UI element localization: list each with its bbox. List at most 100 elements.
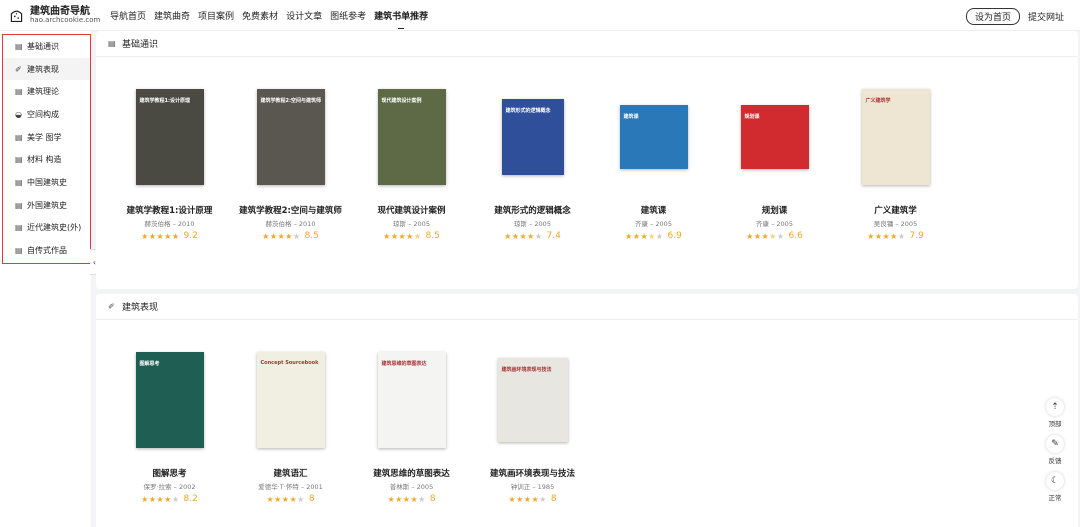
book-list: 图解思考 图解思考 保罗·拉索 – 2002 ★★★★★ 8.2 Concept Sour… — [96, 320, 1078, 504]
book-title[interactable]: 建筑画环境表现与技法 — [490, 467, 575, 479]
book-rating: ★★★★★ 6.6 — [746, 231, 803, 241]
star-icon: ★ — [266, 494, 275, 504]
star-icon: ★ — [148, 494, 157, 504]
nav-articles[interactable]: 设计文章 — [286, 9, 322, 22]
tool-pencil[interactable]: ✎ 反馈 — [1046, 435, 1064, 465]
book-title[interactable]: 建筑课 — [641, 204, 667, 216]
sidebar-item-label: 建筑表现 — [27, 64, 59, 74]
cover-title: 建筑思维的草图表达 — [381, 361, 427, 367]
book-cover[interactable]: 建筑学教程2:空间与建筑师 — [256, 89, 325, 185]
book-card[interactable]: 建筑思维的草图表达 建筑思维的草图表达 普林斯 – 2005 ★★★★★ 8 — [351, 320, 472, 504]
site-logo[interactable]: 建筑曲奇导航 hao.archcookie.com — [8, 6, 106, 25]
book-rating: ★★★★★ 7.9 — [867, 231, 924, 241]
book-icon: ▤ — [15, 132, 23, 142]
star-icon: ★ — [297, 494, 305, 504]
star-icon: ★ — [508, 494, 517, 504]
book-author-year: 齐康 – 2005 — [756, 220, 793, 228]
sidebar-item-7[interactable]: ▤ 外国建筑史 — [3, 194, 90, 217]
book-card[interactable]: 建筑学教程2:空间与建筑师 建筑学教程2:空间与建筑师 赫茨伯格 – 2010 ★★★… — [230, 57, 351, 241]
book-cover[interactable]: 图解思考 — [135, 352, 204, 448]
book-title[interactable]: 建筑学教程2:空间与建筑师 — [239, 204, 342, 216]
nav-archcookie[interactable]: 建筑曲奇 — [154, 9, 190, 22]
book-card[interactable]: Concept Sourcebook 建筑语汇 爱德华·T·怀特 – 2001 ★★★… — [230, 320, 351, 504]
book-title[interactable]: 现代建筑设计案例 — [377, 204, 445, 216]
star-icon: ★ — [776, 231, 785, 241]
book-icon: ▤ — [15, 200, 23, 210]
sidebar-item-label: 中国建筑史 — [27, 177, 67, 187]
rating-score: 8 — [308, 494, 315, 504]
book-cover[interactable]: 广义建筑学 — [861, 89, 930, 185]
tool-rocket[interactable]: ⇡ 顶部 — [1046, 398, 1064, 428]
book-title[interactable]: 规划课 — [762, 204, 788, 216]
sidebar-item-8[interactable]: ▤ 近代建筑史(外) — [3, 217, 90, 240]
set-homepage-button[interactable]: 设为首页 — [965, 8, 1020, 25]
nav-free-assets[interactable]: 免费素材 — [242, 9, 278, 22]
main-nav: 导航首页 建筑曲奇 项目案例 免费素材 设计文章 图纸参考 建筑书单推荐 — [110, 9, 436, 29]
sidebar-item-3[interactable]: ◒ 空间构成 — [3, 103, 90, 126]
book-card[interactable]: 建筑学教程1:设计原理 建筑学教程1:设计原理 赫茨伯格 – 2010 ★★★★★ 9.… — [109, 57, 230, 241]
tool-label: 正常 — [1048, 494, 1062, 502]
book-cover[interactable]: 建筑学教程1:设计原理 — [135, 89, 204, 185]
pencil-icon[interactable]: ✎ — [1046, 435, 1064, 453]
star-icon: ★ — [527, 231, 535, 241]
book-title[interactable]: 建筑思维的草图表达 — [373, 467, 450, 479]
rating-score: 8.2 — [183, 494, 198, 504]
book-card[interactable]: 图解思考 图解思考 保罗·拉索 – 2002 ★★★★★ 8.2 — [109, 320, 230, 504]
star-icon: ★ — [285, 231, 293, 241]
logo-subtitle: hao.archcookie.com — [30, 15, 101, 24]
book-rating: ★★★★★ 8.5 — [262, 231, 319, 241]
sidebar-item-4[interactable]: ▤ 美学 图学 — [3, 126, 90, 149]
star-icon: ★ — [171, 494, 180, 504]
rating-score: 6.6 — [788, 231, 803, 241]
sidebar-item-5[interactable]: ▤ 材料 构造 — [3, 148, 90, 171]
star-icon: ★ — [897, 231, 906, 241]
book-cover[interactable]: 建筑形式的逻辑概念 — [501, 99, 564, 175]
book-icon: ▤ — [15, 155, 23, 165]
section-title: 基础通识 — [122, 40, 159, 50]
cover-title: 图解思考 — [139, 361, 160, 367]
star-icon: ★ — [867, 231, 875, 241]
rating-stars: ★★★★★ — [266, 495, 304, 504]
book-card[interactable]: 广义建筑学 广义建筑学 吴良镛 – 2005 ★★★★★ 7.9 — [835, 57, 956, 241]
sidebar-item-label: 自传式作品 — [27, 246, 67, 256]
sidebar-item-0[interactable]: ▤ 基础通识 — [3, 35, 90, 58]
book-title[interactable]: 广义建筑学 — [874, 204, 917, 216]
sidebar: ▤ 基础通识 ✐ 建筑表现 ▤ 建筑理论 ◒ 空间构成 ▤ 美学 图学 ▤ 材料 构造 ▤ 中国建筑史 ▤ 外… — [0, 31, 91, 527]
book-card[interactable]: 现代建筑设计案例 现代建筑设计案例 琼斯 – 2005 ★★★★★ 8.5 — [351, 57, 472, 241]
book-card[interactable]: 建筑画环境表现与技法 建筑画环境表现与技法 钟训正 – 1985 ★★★★★ 8 — [472, 320, 593, 504]
sidebar-item-1[interactable]: ✐ 建筑表现 — [3, 57, 90, 81]
book-icon: ▤ — [15, 41, 23, 51]
book-cover[interactable]: 规划课 — [740, 105, 809, 169]
book-title[interactable]: 建筑语汇 — [273, 467, 307, 479]
book-cover[interactable]: 建筑思维的草图表达 — [377, 352, 446, 448]
nav-booklist[interactable]: 建筑书单推荐 — [374, 9, 428, 29]
rating-stars: ★★★★★ — [867, 232, 905, 241]
book-card[interactable]: 建筑形式的逻辑概念 建筑形式的逻辑概念 琼斯 – 2005 ★★★★★ 7.4 — [472, 57, 593, 241]
book-author-year: 普林斯 – 2005 — [389, 483, 434, 491]
moon-icon[interactable]: ☾ — [1046, 472, 1064, 490]
book-title[interactable]: 建筑学教程1:设计原理 — [127, 204, 213, 216]
book-cover[interactable]: 建筑课 — [619, 105, 688, 169]
cover-title: 现代建筑设计案例 — [381, 98, 422, 104]
book-cover[interactable]: 现代建筑设计案例 — [377, 89, 446, 185]
book-cover[interactable]: Concept Sourcebook — [256, 352, 325, 448]
book-rating: ★★★★★ 9.2 — [141, 231, 198, 241]
submit-site-link[interactable]: 提交网址 — [1028, 10, 1064, 23]
nav-home[interactable]: 导航首页 — [110, 9, 146, 22]
nav-projects[interactable]: 项目案例 — [198, 9, 234, 22]
tool-label: 反馈 — [1048, 457, 1062, 465]
book-title[interactable]: 图解思考 — [152, 467, 186, 479]
sidebar-item-2[interactable]: ▤ 建筑理论 — [3, 80, 90, 103]
book-card[interactable]: 规划课 规划课 齐康 – 2005 ★★★★★ 6.6 — [714, 57, 835, 241]
book-card[interactable]: 建筑课 建筑课 齐康 – 2005 ★★★★★ 6.9 — [593, 57, 714, 241]
nav-drawings[interactable]: 图纸参考 — [330, 9, 366, 22]
rocket-icon[interactable]: ⇡ — [1046, 398, 1064, 416]
star-icon: ★ — [890, 231, 898, 241]
sidebar-item-6[interactable]: ▤ 中国建筑史 — [3, 171, 90, 194]
sidebar-item-9[interactable]: ▤ 自传式作品 — [3, 239, 90, 262]
book-rating: ★★★★★ 6.9 — [625, 231, 682, 241]
star-icon: ★ — [292, 231, 301, 241]
book-title[interactable]: 建筑形式的逻辑概念 — [494, 204, 571, 216]
book-cover[interactable]: 建筑画环境表现与技法 — [497, 358, 568, 442]
tool-moon[interactable]: ☾ 正常 — [1046, 472, 1064, 502]
